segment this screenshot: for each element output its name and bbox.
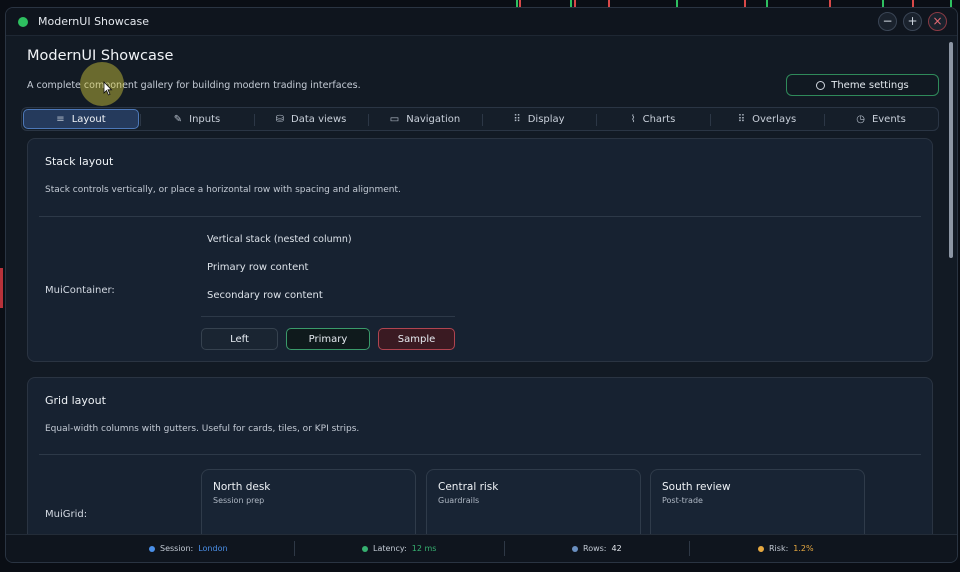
database-icon: ⛁ [275, 113, 285, 125]
tab-inputs[interactable]: ✎ Inputs [140, 108, 254, 130]
status-value: 12 ms [411, 544, 437, 553]
main-content: ModernUI Showcase A complete component g… [6, 36, 943, 549]
status-divider [689, 541, 690, 556]
tab-overlays[interactable]: ⠿ Overlays [710, 108, 824, 130]
tab-data-views[interactable]: ⛁ Data views [254, 108, 368, 130]
window-controls: − + × [878, 12, 947, 31]
status-value: London [198, 544, 228, 553]
status-bar: Session: London Latency: 12 ms Rows: 42 … [6, 534, 957, 562]
stack-divider [201, 316, 455, 317]
background-chart-edge [0, 268, 3, 308]
folder-icon: ▭ [389, 113, 400, 125]
tab-label: Layout [71, 113, 106, 125]
sample-button[interactable]: Sample [378, 328, 455, 350]
tab-bar: ≡ Layout ✎ Inputs ⛁ Data views ▭ Navigat… [21, 107, 939, 131]
tab-label: Data views [291, 113, 347, 125]
status-label: Latency: [373, 544, 407, 553]
grid-dots-icon: ⠿ [513, 113, 521, 125]
maximize-button[interactable]: + [903, 12, 922, 31]
card-description: Stack controls vertically, or place a ho… [45, 185, 401, 195]
tab-display[interactable]: ⠿ Display [482, 108, 596, 130]
tile-subtitle: Guardrails [438, 496, 480, 505]
status-dot-icon [362, 545, 368, 552]
grid-layout-card: Grid layout Equal-width columns with gut… [27, 377, 933, 549]
tab-charts[interactable]: ⌇ Charts [596, 108, 710, 130]
card-divider [39, 216, 921, 217]
edit-icon: ✎ [173, 113, 183, 125]
card-description: Equal-width columns with gutters. Useful… [45, 424, 360, 434]
status-dot-icon [149, 545, 155, 552]
tile-subtitle: Post-trade [662, 496, 703, 505]
status-label: Session: [160, 544, 194, 553]
status-dot-icon [758, 545, 764, 552]
stack-item: Primary row content [207, 262, 309, 273]
app-window: ModernUI Showcase − + × ModernUI Showcas… [5, 7, 958, 563]
page-subtitle: A complete component gallery for buildin… [27, 80, 361, 91]
status-rows: Rows: 42 [572, 544, 622, 553]
status-label: Risk: [769, 544, 789, 553]
grid-dots-icon: ⠿ [737, 113, 746, 125]
primary-button[interactable]: Primary [286, 328, 370, 350]
list-icon: ≡ [56, 113, 65, 125]
tile-title: Central risk [438, 481, 499, 493]
card-title: Stack layout [45, 155, 114, 168]
stack-item: Secondary row content [207, 290, 323, 301]
status-divider [294, 541, 295, 556]
tab-layout[interactable]: ≡ Layout [23, 109, 139, 129]
tab-label: Overlays [752, 113, 797, 125]
theme-settings-label: Theme settings [831, 79, 909, 91]
status-label: Rows: [583, 544, 607, 553]
app-status-icon [18, 16, 28, 27]
card-divider [39, 454, 921, 455]
tab-label: Inputs [189, 113, 221, 125]
window-title: ModernUI Showcase [38, 15, 150, 28]
status-latency: Latency: 12 ms [362, 544, 436, 553]
tile-title: North desk [213, 481, 271, 493]
gear-icon [816, 80, 826, 90]
tab-events[interactable]: ◷ Events [824, 108, 938, 130]
theme-settings-button[interactable]: Theme settings [786, 74, 939, 96]
mouse-pointer-icon [103, 81, 113, 96]
chart-line-icon: ⌇ [630, 113, 636, 125]
vertical-scrollbar[interactable] [949, 42, 953, 258]
stack-layout-card: Stack layout Stack controls vertically, … [27, 138, 933, 362]
row-label: MuiGrid: [45, 509, 88, 520]
tab-label: Events [871, 113, 906, 125]
title-bar[interactable]: ModernUI Showcase − + × [6, 8, 957, 36]
tile-subtitle: Session prep [213, 496, 265, 505]
close-button[interactable]: × [928, 12, 947, 31]
tile-title: South review [662, 481, 731, 493]
clock-icon: ◷ [856, 113, 865, 125]
tab-label: Display [527, 113, 565, 125]
status-risk: Risk: 1.2% [758, 544, 814, 553]
stack-item: Vertical stack (nested column) [207, 234, 352, 245]
card-title: Grid layout [45, 394, 106, 407]
tab-label: Navigation [406, 113, 461, 125]
left-button[interactable]: Left [201, 328, 278, 350]
minimize-button[interactable]: − [878, 12, 897, 31]
status-value: 1.2% [793, 544, 814, 553]
row-label: MuiContainer: [45, 285, 115, 296]
cursor-highlight [80, 62, 124, 106]
status-session: Session: London [149, 544, 228, 553]
tab-label: Charts [642, 113, 676, 125]
tab-navigation[interactable]: ▭ Navigation [368, 108, 482, 130]
status-value: 42 [611, 544, 622, 553]
status-dot-icon [572, 545, 578, 552]
status-divider [504, 541, 505, 556]
